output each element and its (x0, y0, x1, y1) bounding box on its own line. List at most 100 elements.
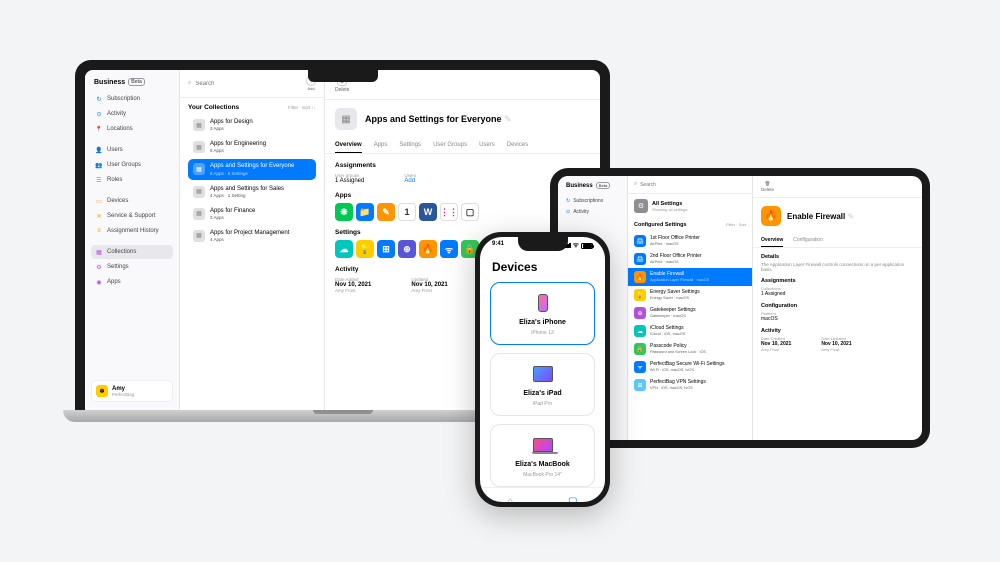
tab-settings[interactable]: Settings (399, 138, 421, 153)
sidebar-item-users[interactable]: 👤Users (91, 143, 173, 157)
beta-badge: Beta (128, 78, 145, 86)
app-icon[interactable]: 📁 (356, 203, 374, 221)
collection-icon: ▦ (193, 208, 205, 220)
profile-sub: PerfectBag (112, 392, 134, 397)
ipad-toolbar: 🗑 Delete (753, 176, 922, 198)
home-icon: ⌂ (503, 494, 517, 502)
device-card[interactable]: Eliza's iPadiPad Pro (490, 353, 595, 416)
search-input[interactable] (195, 81, 302, 87)
app-icon[interactable]: ❋ (335, 203, 353, 221)
delete-button[interactable]: 🗑 Delete (761, 181, 774, 192)
search-input[interactable] (640, 182, 746, 188)
collection-item[interactable]: ▦Apps for Finance3 Apps (188, 204, 316, 224)
collection-item[interactable]: ▦Apps for Project Management4 Apps (188, 226, 316, 246)
profile-text: Amy PerfectBag (112, 386, 134, 397)
sidebar-item-activity[interactable]: ⊙Activity (563, 206, 622, 217)
assignments-section: Assignments Collections 1 Assigned (761, 278, 914, 297)
date-updated: Updated Nov 10, 2021 Amy Frost (411, 277, 447, 293)
tab-configuration[interactable]: Configuration (793, 234, 823, 247)
iphone-display: 9:41 ᯤ Devices Eliza's iPhoneiPhone 13El… (480, 237, 605, 502)
collection-item[interactable]: ▦Apps for Engineering5 Apps (188, 137, 316, 157)
all-settings-item[interactable]: ⚙ All Settings Showing all settings (628, 194, 752, 218)
collection-item[interactable]: ▦Apps and Settings for Sales4 Apps · 1 S… (188, 182, 316, 202)
sidebar-item-activity[interactable]: ⊙Activity (91, 107, 173, 121)
sidebar-item-roles[interactable]: ☰Roles (91, 173, 173, 187)
users-icon: 👤 (95, 146, 103, 154)
app-icon[interactable]: W (419, 203, 437, 221)
collection-item[interactable]: ▦Apps for Design3 Apps (188, 115, 316, 135)
search-bar: ⌕ + Add (180, 70, 324, 98)
device-card[interactable]: Eliza's iPhoneiPhone 13 (490, 282, 595, 345)
app-icon[interactable]: ▢ (461, 203, 479, 221)
setting-icon: ⊕ (634, 307, 646, 319)
app-icon[interactable]: ⋮⋮ (440, 203, 458, 221)
app-icon[interactable]: 💡 (356, 240, 374, 258)
app-icon[interactable]: 1 (398, 203, 416, 221)
ipad-logo: Business Beta (563, 182, 622, 189)
collection-icon: ▦ (193, 186, 205, 198)
tab-devices[interactable]: Devices (507, 138, 528, 153)
setting-icon: 🔒 (634, 343, 646, 355)
app-icon[interactable]: 🔥 (419, 240, 437, 258)
tab-devices[interactable]: ▢Devices (564, 494, 582, 502)
sidebar-item-locations[interactable]: 📍Locations (91, 122, 173, 136)
collection-icon: ▦ (335, 108, 357, 130)
tab-apps[interactable]: Apps (374, 138, 388, 153)
search-icon: ⌕ (634, 181, 637, 188)
status-time: 9:41 (492, 241, 504, 250)
setting-item[interactable]: ⊞PerfectBag VPN SettingsVPN · iOS, macOS… (628, 376, 752, 394)
setting-icon: ᯤ (634, 361, 646, 373)
sidebar-item-subscription[interactable]: ↻Subscription (91, 92, 173, 106)
device-card[interactable]: Eliza's MacBookMacBook Pro 14" (490, 424, 595, 487)
collections-sort[interactable]: Filter · Sort ↑↓ (288, 105, 316, 110)
tab-overview[interactable]: Overview (335, 138, 362, 153)
tab-bar: ⌂Home ▢Devices (480, 487, 605, 502)
setting-item[interactable]: 🖨1st Floor Office PrinterAirPrint · macO… (628, 232, 752, 250)
setting-item[interactable]: 🔥Enable FirewallApplication Layer Firewa… (628, 268, 752, 286)
users-stat: Users Add (404, 173, 416, 184)
app-icon[interactable]: ☁ (335, 240, 353, 258)
profile-card[interactable]: ✽ Amy PerfectBag (91, 380, 173, 402)
collections-title: Your Collections (188, 104, 239, 111)
tab-user-groups[interactable]: User Groups (433, 138, 467, 153)
sidebar-item-collections[interactable]: ▦Collections (91, 245, 173, 259)
collection-item[interactable]: ▦Apps and Settings for Everyone8 Apps · … (188, 159, 316, 179)
ipad-page-header: 🔥 Enable Firewall ✎ (753, 198, 922, 234)
tab-overview[interactable]: Overview (761, 234, 783, 247)
setting-item[interactable]: 🖨2nd Floor Office PrinterAirPrint · macO… (628, 250, 752, 268)
sidebar-item-assignment-history[interactable]: ≡Assignment History (91, 224, 173, 238)
setting-item[interactable]: ☁iCloud SettingsiCloud · iOS, macOS (628, 322, 752, 340)
mac-page-header: ▦ Apps and Settings for Everyone ✎ (325, 100, 600, 138)
app-icon[interactable]: ᯤ (440, 240, 458, 258)
collection-icon: ▦ (193, 163, 205, 175)
sidebar-item-subscriptions[interactable]: ↻Subscriptions (563, 195, 622, 206)
roles-icon: ☰ (95, 176, 103, 184)
settings-icon: ⚙ (95, 263, 103, 271)
app-icon[interactable]: ⊕ (398, 240, 416, 258)
setting-icon: 💡 (634, 289, 646, 301)
setting-item[interactable]: 🔒Passcode PolicyPassword and Screen Lock… (628, 340, 752, 358)
app-icon[interactable]: ⊞ (377, 240, 395, 258)
gear-icon: ⚙ (634, 199, 648, 213)
setting-item[interactable]: 💡Energy Saver SettingsEnergy Saver · mac… (628, 286, 752, 304)
tab-home[interactable]: ⌂Home (503, 494, 517, 502)
beta-badge: Beta (596, 182, 611, 189)
sidebar-item-settings[interactable]: ⚙Settings (91, 260, 173, 274)
tab-users[interactable]: Users (479, 138, 495, 153)
sidebar-item-devices[interactable]: ▭Devices (91, 194, 173, 208)
setting-icon: ☁ (634, 325, 646, 337)
device-icon (533, 362, 553, 386)
activity-icon: ⊙ (95, 110, 103, 118)
add-users-link[interactable]: Add (404, 178, 416, 184)
sidebar-item-apps[interactable]: ◉Apps (91, 275, 173, 289)
battery-icon (581, 243, 593, 249)
app-icon[interactable]: ✎ (377, 203, 395, 221)
user groups-icon: 👥 (95, 161, 103, 169)
setting-item[interactable]: ᯤPerfectBag Secure Wi-Fi SettingsWi-Fi ·… (628, 358, 752, 376)
page-title: Devices (480, 250, 605, 282)
setting-icon: 🖨 (634, 253, 646, 265)
macbook-notch (308, 70, 378, 82)
setting-item[interactable]: ⊕Gatekeeper SettingsGatekeeper · macOS (628, 304, 752, 322)
sidebar-item-service-&-support[interactable]: ✕Service & Support (91, 209, 173, 223)
sidebar-item-user-groups[interactable]: 👥User Groups (91, 158, 173, 172)
